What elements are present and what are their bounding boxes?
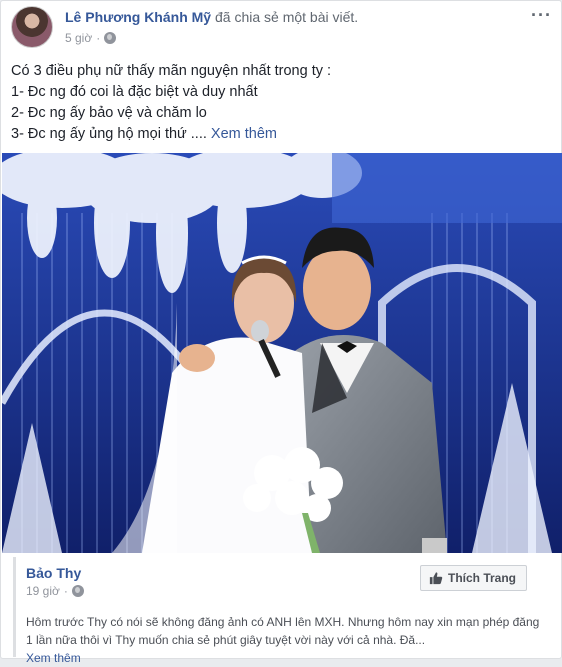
globe-icon[interactable] <box>104 32 117 44</box>
thumbs-up-icon <box>429 572 443 585</box>
shared-post: Bảo Thy 19 giờ · Thích Trang Hôm trước T… <box>13 557 551 665</box>
post-line: 1- Đc ng đó coi là đặc biệt và duy nhất <box>11 84 258 100</box>
post-time[interactable]: 5 giờ <box>65 31 92 45</box>
shared-post-body: Hôm trước Thy có nói sẽ không đăng ảnh c… <box>26 615 540 647</box>
post-text: Có 3 điều phụ nữ thấy mãn nguyện nhất tr… <box>11 61 551 145</box>
shared-post-meta: 19 giờ · <box>26 584 84 598</box>
shared-post-time[interactable]: 19 giờ <box>26 584 60 598</box>
post-line: Có 3 điều phụ nữ thấy mãn nguyện nhất tr… <box>11 63 332 79</box>
post-line-text: 3- Đc ng ấy ủng hộ mọi thứ .... <box>11 126 207 142</box>
globe-icon[interactable] <box>71 585 84 597</box>
see-more-link[interactable]: Xem thêm <box>211 126 277 142</box>
like-page-button[interactable]: Thích Trang <box>419 565 527 591</box>
photo-illustration <box>2 153 562 553</box>
shared-see-more-link[interactable]: Xem thêm <box>26 649 546 667</box>
post-header: Lê Phương Khánh Mỹ đã chia sẻ một bài vi… <box>9 5 555 51</box>
more-options-icon[interactable]: ··· <box>531 6 552 24</box>
post-meta: 5 giờ · <box>65 31 117 45</box>
like-page-label: Thích Trang <box>447 571 516 585</box>
share-action-text: đã chia sẻ một bài viết. <box>214 9 359 25</box>
post-card: Lê Phương Khánh Mỹ đã chia sẻ một bài vi… <box>0 0 562 665</box>
post-line: 2- Đc ng ấy bảo vệ và chăm lo <box>11 105 207 121</box>
author-line: Lê Phương Khánh Mỹ đã chia sẻ một bài vi… <box>65 9 358 25</box>
author-avatar[interactable] <box>11 6 53 48</box>
author-name[interactable]: Lê Phương Khánh Mỹ <box>65 9 211 25</box>
wedding-photo[interactable] <box>2 153 562 553</box>
post-line: 3- Đc ng ấy ủng hộ mọi thứ .... Xem thêm <box>11 124 551 145</box>
shared-page-name[interactable]: Bảo Thy <box>26 565 81 581</box>
